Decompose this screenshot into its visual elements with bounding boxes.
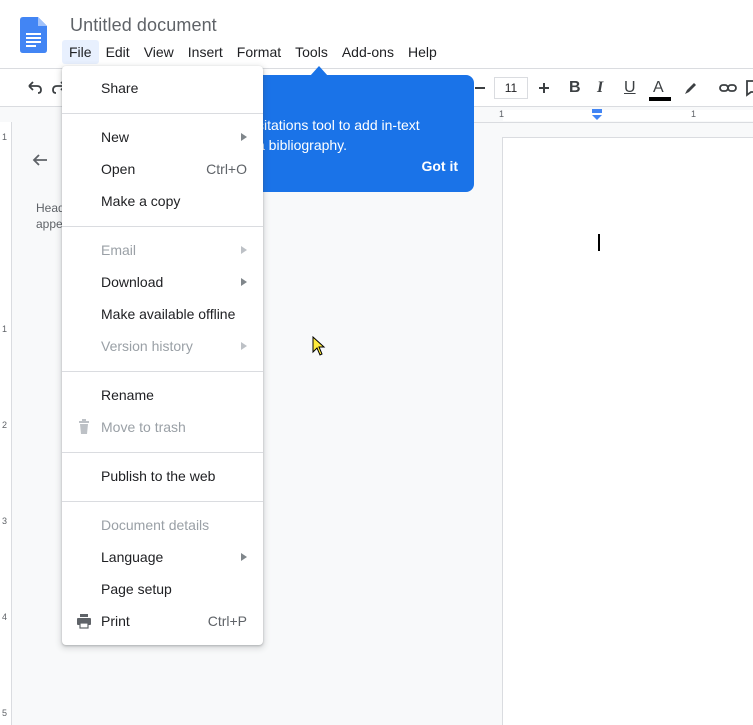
menu-addons[interactable]: Add-ons bbox=[335, 40, 401, 64]
menu-file[interactable]: File bbox=[62, 40, 99, 64]
submenu-arrow-icon bbox=[241, 553, 247, 561]
menu-item-label: Download bbox=[101, 274, 164, 290]
menu-item-language[interactable]: Language bbox=[62, 541, 263, 573]
citations-tooltip: citations tool to add in-text a bibliogr… bbox=[245, 75, 474, 192]
menu-item-label: Version history bbox=[101, 338, 193, 354]
ruler-number: 1 bbox=[499, 109, 505, 119]
menu-item-download[interactable]: Download bbox=[62, 266, 263, 298]
menu-item-label: Publish to the web bbox=[101, 468, 216, 484]
menu-separator bbox=[62, 371, 263, 372]
bold-button[interactable]: B bbox=[569, 78, 581, 98]
text-color-button[interactable]: A bbox=[653, 78, 664, 98]
tooltip-text-line1: citations tool to add in-text bbox=[257, 117, 420, 133]
menu-item-label: Move to trash bbox=[101, 419, 186, 435]
menu-item-label: Make available offline bbox=[101, 306, 236, 322]
menu-item-make-a-copy[interactable]: Make a copy bbox=[62, 185, 263, 217]
menu-item-label: Email bbox=[101, 242, 137, 258]
text-caret bbox=[598, 234, 600, 251]
menu-tools[interactable]: Tools bbox=[288, 40, 335, 64]
insert-comment-icon[interactable] bbox=[744, 78, 753, 98]
vertical-ruler[interactable]: 1 1 2 3 4 5 bbox=[0, 122, 12, 725]
menu-item-label: Share bbox=[101, 80, 139, 96]
menu-item-version-history: Version history bbox=[62, 330, 263, 362]
tooltip-text: citations tool to add in-text a bibliogr… bbox=[257, 115, 457, 155]
menu-item-page-setup[interactable]: Page setup bbox=[62, 573, 263, 605]
trash-icon bbox=[79, 419, 89, 434]
ruler-number: 2 bbox=[2, 420, 8, 430]
menu-item-label: Page setup bbox=[101, 581, 172, 597]
menu-item-label: New bbox=[101, 129, 130, 145]
menu-format[interactable]: Format bbox=[230, 40, 288, 64]
highlight-color-icon[interactable] bbox=[681, 78, 701, 98]
menu-item-label: Print bbox=[101, 613, 130, 629]
menu-item-label: Document details bbox=[101, 517, 210, 533]
menu-help[interactable]: Help bbox=[401, 40, 444, 64]
underline-button[interactable]: U bbox=[624, 78, 636, 98]
menu-item-label: Rename bbox=[101, 387, 154, 403]
menu-separator bbox=[62, 501, 263, 502]
menu-item-share[interactable]: Share bbox=[62, 72, 263, 104]
document-title[interactable]: Untitled document bbox=[70, 15, 217, 36]
submenu-arrow-icon bbox=[241, 278, 247, 286]
menu-item-document-details: Document details bbox=[62, 509, 263, 541]
menu-item-email: Email bbox=[62, 234, 263, 266]
increase-font-size-icon[interactable] bbox=[534, 78, 554, 98]
got-it-button[interactable]: Got it bbox=[421, 158, 458, 174]
menu-edit[interactable]: Edit bbox=[99, 40, 137, 64]
menu-item-open[interactable]: Open Ctrl+O bbox=[62, 153, 263, 185]
submenu-arrow-icon bbox=[241, 133, 247, 141]
ruler-number: 5 bbox=[2, 708, 8, 718]
back-arrow-icon[interactable] bbox=[30, 150, 50, 170]
ruler-number: 3 bbox=[2, 516, 8, 526]
ruler-number: 1 bbox=[2, 324, 8, 334]
ruler-number: 1 bbox=[691, 109, 697, 119]
menu-view[interactable]: View bbox=[137, 40, 181, 64]
ruler-number: 1 bbox=[2, 132, 8, 142]
docs-window: Untitled document File Edit View Insert … bbox=[0, 0, 753, 725]
menu-item-publish-to-web[interactable]: Publish to the web bbox=[62, 460, 263, 492]
document-page[interactable] bbox=[502, 137, 753, 725]
menu-item-label: Open bbox=[101, 161, 136, 177]
menu-item-label: Make a copy bbox=[101, 193, 181, 209]
menubar: File Edit View Insert Format Tools Add-o… bbox=[62, 40, 444, 64]
menu-separator bbox=[62, 113, 263, 114]
menu-separator bbox=[62, 452, 263, 453]
font-size-input[interactable]: 11 bbox=[494, 77, 528, 99]
indent-marker-icon[interactable] bbox=[591, 109, 603, 121]
menu-item-shortcut: Ctrl+O bbox=[206, 161, 247, 177]
tooltip-text-line2: a bibliography. bbox=[257, 137, 348, 153]
submenu-arrow-icon bbox=[241, 246, 247, 254]
menu-item-move-to-trash: Move to trash bbox=[62, 411, 263, 443]
mouse-cursor-icon bbox=[312, 336, 326, 356]
ruler-number: 4 bbox=[2, 612, 8, 622]
print-icon bbox=[77, 614, 91, 629]
menu-item-label: Language bbox=[101, 549, 164, 565]
menu-item-shortcut: Ctrl+P bbox=[207, 613, 247, 629]
text-color-swatch bbox=[649, 97, 671, 101]
header: Untitled document File Edit View Insert … bbox=[0, 0, 753, 68]
menu-item-print[interactable]: Print Ctrl+P bbox=[62, 605, 263, 637]
ruler-page-area bbox=[503, 110, 753, 121]
insert-link-icon[interactable] bbox=[718, 78, 738, 98]
undo-icon[interactable] bbox=[24, 78, 44, 98]
italic-button[interactable]: I bbox=[597, 78, 603, 98]
menu-item-new[interactable]: New bbox=[62, 121, 263, 153]
menu-insert[interactable]: Insert bbox=[181, 40, 230, 64]
menu-item-rename[interactable]: Rename bbox=[62, 379, 263, 411]
menu-item-make-available-offline[interactable]: Make available offline bbox=[62, 298, 263, 330]
file-menu-dropdown: Share New Open Ctrl+O Make a copy Email … bbox=[62, 66, 263, 645]
menu-separator bbox=[62, 226, 263, 227]
docs-logo-icon[interactable] bbox=[20, 17, 47, 53]
submenu-arrow-icon bbox=[241, 342, 247, 350]
